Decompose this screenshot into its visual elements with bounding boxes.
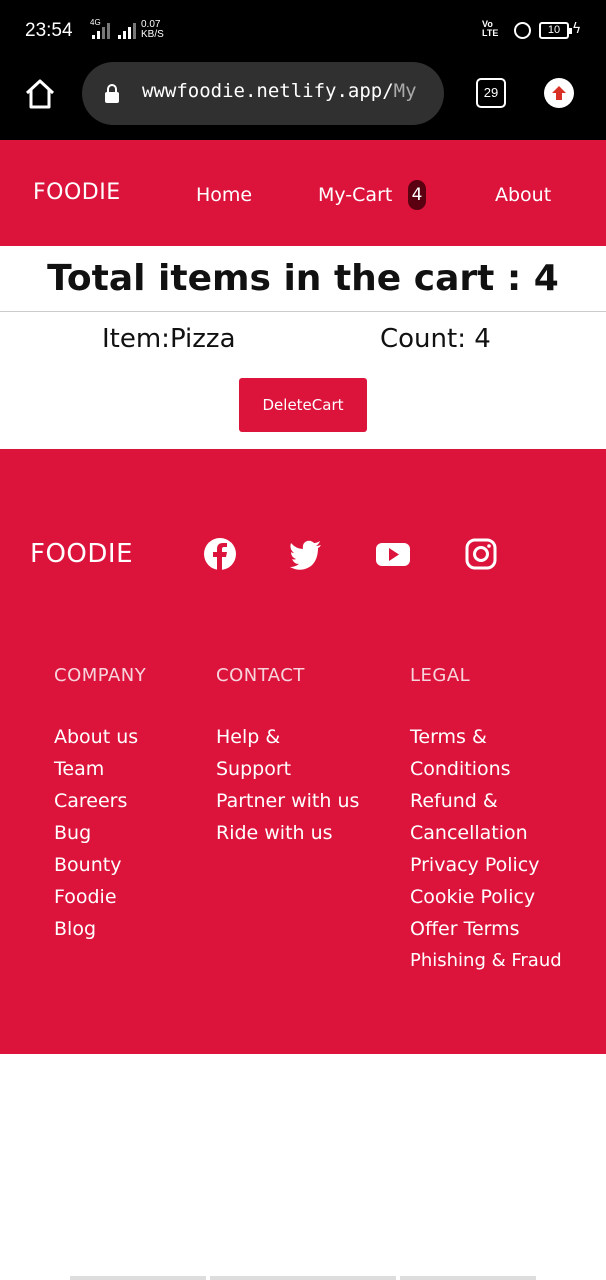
signal-icon — [92, 23, 110, 39]
alarm-icon — [514, 22, 531, 39]
nav-about[interactable]: About — [495, 184, 551, 206]
url-rest: My — [393, 80, 417, 102]
cart-item-name: Item:Pizza — [102, 324, 236, 354]
tabs-button[interactable]: 29 — [476, 78, 506, 108]
footer-link-cookie[interactable]: Cookie Policy — [410, 881, 600, 913]
battery-icon: 10 — [539, 22, 572, 39]
youtube-icon[interactable] — [376, 537, 410, 571]
charging-icon: ϟ — [572, 21, 582, 37]
footer-link-phishing[interactable]: Phishing & Fraud — [410, 945, 600, 977]
home-icon[interactable] — [22, 76, 58, 112]
footer-brand: FOODIE — [30, 539, 134, 569]
nav-my-cart[interactable]: My-Cart — [318, 184, 392, 206]
twitter-icon[interactable] — [289, 537, 323, 571]
company-links: About us Team Careers Bug Bounty Foodie … — [54, 721, 204, 945]
nav-home[interactable]: Home — [196, 184, 252, 206]
footer-link-bug-bounty[interactable]: Bug Bounty — [54, 817, 134, 881]
bottom-tab-indicator — [210, 1276, 396, 1280]
footer-link-refund[interactable]: Refund & Cancellation — [410, 785, 550, 849]
site-footer: FOODIE COMPANY CONTACT LEGAL About us Te… — [0, 449, 606, 1054]
bottom-tab-indicator — [400, 1276, 536, 1280]
site-navbar: FOODIE Home My-Cart 4 About — [0, 140, 606, 246]
facebook-icon[interactable] — [203, 537, 237, 571]
cart-count-badge: 4 — [408, 180, 426, 210]
footer-link-offer-terms[interactable]: Offer Terms — [410, 913, 600, 945]
footer-link-about-us[interactable]: About us — [54, 721, 204, 753]
arrow-up-icon — [552, 86, 566, 100]
contact-links: Help & Support Partner with us Ride with… — [216, 721, 376, 849]
footer-link-team[interactable]: Team — [54, 753, 204, 785]
footer-link-partner[interactable]: Partner with us — [216, 785, 366, 817]
cart-total-heading: Total items in the cart : 4 — [0, 246, 606, 312]
footer-link-foodie-blog[interactable]: Foodie Blog — [54, 881, 134, 945]
footer-link-ride[interactable]: Ride with us — [216, 817, 376, 849]
brand-logo[interactable]: FOODIE — [33, 180, 121, 205]
company-heading: COMPANY — [54, 665, 147, 686]
legal-links: Terms & Conditions Refund & Cancellation… — [410, 721, 600, 977]
status-time: 23:54 — [25, 20, 73, 41]
delete-cart-button[interactable]: DeleteCart — [239, 378, 367, 432]
legal-heading: LEGAL — [410, 665, 471, 686]
cart-item-count: Count: 4 — [380, 324, 491, 354]
signal-icon — [118, 23, 136, 39]
volte-indicator: Vo LTE — [482, 20, 498, 38]
address-bar[interactable]: wwwfoodie.netlify.app/My — [82, 62, 444, 125]
volte-bottom: LTE — [482, 28, 499, 38]
instagram-icon[interactable] — [464, 537, 498, 571]
browser-toolbar: wwwfoodie.netlify.app/My 29 — [0, 62, 606, 140]
url-text: wwwfoodie.netlify.app/My — [142, 80, 417, 102]
update-button[interactable] — [544, 78, 574, 108]
url-main: wwwfoodie.netlify.app/ — [142, 80, 394, 102]
footer-link-terms[interactable]: Terms & Conditions — [410, 721, 530, 785]
speed-unit: KB/S — [141, 29, 164, 40]
footer-link-careers[interactable]: Careers — [54, 785, 204, 817]
status-bar: 23:54 4G 0.07 KB/S Vo LTE 10 ϟ — [0, 0, 606, 62]
network-speed: 0.07 KB/S — [141, 20, 164, 40]
footer-link-help-support[interactable]: Help & Support — [216, 721, 316, 785]
footer-link-privacy[interactable]: Privacy Policy — [410, 849, 600, 881]
lock-icon — [105, 84, 119, 103]
contact-heading: CONTACT — [216, 665, 305, 686]
bottom-tab-indicator — [70, 1276, 206, 1280]
